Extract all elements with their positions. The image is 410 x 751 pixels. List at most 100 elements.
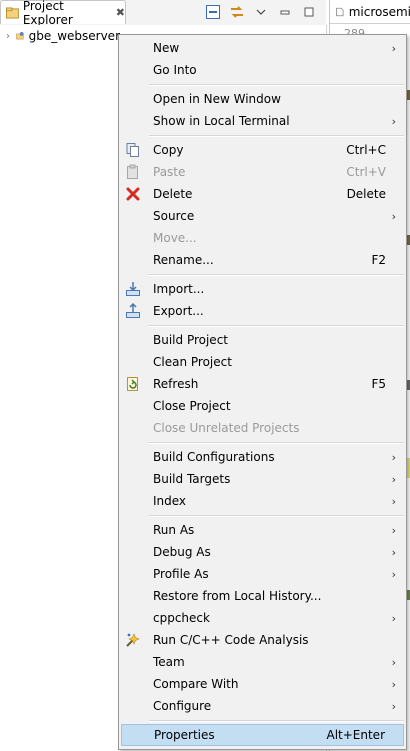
menu-item-label: Index xyxy=(153,494,187,508)
submenu-arrow-icon: › xyxy=(391,472,396,486)
project-explorer-header: Project Explorer ✖ xyxy=(0,0,326,27)
copy-icon xyxy=(126,143,139,157)
menu-item-label: Close Unrelated Projects xyxy=(153,421,300,435)
menu-item-close-unrelated[interactable]: Close Unrelated Projects xyxy=(121,417,404,439)
menu-item-label: Rename... xyxy=(153,253,214,267)
menu-item-label: Build Targets xyxy=(153,472,231,486)
menu-separator xyxy=(149,720,404,722)
menu-item-label: Run As xyxy=(153,523,195,537)
code-analysis-icon xyxy=(126,633,140,647)
menu-item-label: Compare With xyxy=(153,677,239,691)
menu-item-import[interactable]: Import... xyxy=(121,278,404,300)
menu-item-label: Properties xyxy=(154,728,215,742)
submenu-arrow-icon: › xyxy=(391,209,396,223)
eclipse-window: Project Explorer ✖ › gbe_webserver micro… xyxy=(0,0,410,751)
close-icon[interactable]: ✖ xyxy=(116,6,125,19)
menu-item-new[interactable]: New › xyxy=(121,37,404,59)
submenu-arrow-icon: › xyxy=(391,611,396,625)
minimize-icon[interactable] xyxy=(277,4,293,20)
menu-item-label: Refresh xyxy=(153,377,199,391)
menu-item-label: cppcheck xyxy=(153,611,210,625)
menu-item-shortcut: Delete xyxy=(346,187,386,201)
menu-item-move[interactable]: Move... xyxy=(121,227,404,249)
link-with-editor-icon[interactable] xyxy=(229,4,245,20)
menu-item-configure[interactable]: Configure › xyxy=(121,695,404,717)
menu-item-label: Build Project xyxy=(153,333,228,347)
submenu-arrow-icon: › xyxy=(391,523,396,537)
menu-item-run-code-analysis[interactable]: Run C/C++ Code Analysis xyxy=(121,629,404,651)
menu-item-build-project[interactable]: Build Project xyxy=(121,329,404,351)
menu-separator xyxy=(149,515,404,517)
menu-separator xyxy=(149,442,404,444)
menu-item-index[interactable]: Index › xyxy=(121,490,404,512)
paste-icon xyxy=(127,164,138,179)
menu-item-label: Clean Project xyxy=(153,355,232,369)
menu-item-paste[interactable]: Paste Ctrl+V xyxy=(121,161,404,183)
collapse-all-icon[interactable] xyxy=(205,4,221,20)
menu-item-profile-as[interactable]: Profile As › xyxy=(121,563,404,585)
context-menu: New › Go Into Open in New Window Show in… xyxy=(118,34,407,750)
menu-item-cppcheck[interactable]: cppcheck › xyxy=(121,607,404,629)
view-menu-icon[interactable] xyxy=(253,4,269,20)
menu-item-delete[interactable]: Delete Delete xyxy=(121,183,404,205)
menu-item-label: Show in Local Terminal xyxy=(153,114,290,128)
view-toolbar xyxy=(205,3,317,21)
tab-editor-file[interactable]: microsemi xyxy=(330,0,410,24)
menu-item-source[interactable]: Source › xyxy=(121,205,404,227)
menu-item-debug-as[interactable]: Debug As › xyxy=(121,541,404,563)
menu-item-show-local-terminal[interactable]: Show in Local Terminal › xyxy=(121,110,404,132)
menu-item-label: Restore from Local History... xyxy=(153,589,322,603)
menu-item-label: Configure xyxy=(153,699,212,713)
menu-separator xyxy=(149,325,404,327)
menu-item-label: Copy xyxy=(153,143,184,157)
menu-item-label: Source xyxy=(153,209,195,223)
menu-item-go-into[interactable]: Go Into xyxy=(121,59,404,81)
menu-item-label: Open in New Window xyxy=(153,92,281,106)
submenu-arrow-icon: › xyxy=(391,41,396,55)
submenu-arrow-icon: › xyxy=(391,655,396,669)
menu-item-build-targets[interactable]: Build Targets › xyxy=(121,468,404,490)
menu-item-shortcut: Alt+Enter xyxy=(326,728,385,742)
submenu-arrow-icon: › xyxy=(391,545,396,559)
menu-item-export[interactable]: Export... xyxy=(121,300,404,322)
tree-row-project[interactable]: › gbe_webserver xyxy=(0,27,120,45)
menu-item-open-new-window[interactable]: Open in New Window xyxy=(121,88,404,110)
menu-item-label: Go Into xyxy=(153,63,197,77)
menu-item-team[interactable]: Team › xyxy=(121,651,404,673)
c-project-icon xyxy=(16,32,24,40)
menu-item-label: Debug As xyxy=(153,545,211,559)
menu-item-refresh[interactable]: Refresh F5 xyxy=(121,373,404,395)
submenu-arrow-icon: › xyxy=(391,450,396,464)
menu-item-label: Build Configurations xyxy=(153,450,275,464)
file-icon xyxy=(336,7,344,16)
menu-item-restore-history[interactable]: Restore from Local History... xyxy=(121,585,404,607)
tab-title: Project Explorer xyxy=(22,0,73,27)
submenu-arrow-icon: › xyxy=(391,677,396,691)
menu-item-label: Close Project xyxy=(153,399,231,413)
chevron-right-icon[interactable]: › xyxy=(6,31,12,42)
delete-icon xyxy=(126,187,140,201)
menu-item-close-project[interactable]: Close Project xyxy=(121,395,404,417)
menu-separator xyxy=(149,274,404,276)
menu-item-label: Profile As xyxy=(153,567,209,581)
menu-item-label: New xyxy=(153,41,180,55)
menu-item-label: Move... xyxy=(153,231,197,245)
menu-item-rename[interactable]: Rename... F2 xyxy=(121,249,404,271)
project-explorer-icon xyxy=(6,7,19,18)
menu-item-compare-with[interactable]: Compare With › xyxy=(121,673,404,695)
submenu-arrow-icon: › xyxy=(391,114,396,128)
menu-item-properties[interactable]: Properties Alt+Enter xyxy=(121,724,404,746)
menu-item-build-configurations[interactable]: Build Configurations › xyxy=(121,446,404,468)
menu-item-run-as[interactable]: Run As › xyxy=(121,519,404,541)
maximize-icon[interactable] xyxy=(301,4,317,20)
menu-item-shortcut: Ctrl+C xyxy=(346,143,386,157)
menu-item-label: Team xyxy=(153,655,185,669)
tab-project-explorer[interactable]: Project Explorer ✖ xyxy=(0,0,126,27)
menu-item-copy[interactable]: Copy Ctrl+C xyxy=(121,139,404,161)
submenu-arrow-icon: › xyxy=(391,699,396,713)
menu-item-label: Export... xyxy=(153,304,204,318)
menu-item-label: Run C/C++ Code Analysis xyxy=(153,633,309,647)
menu-separator xyxy=(149,135,404,137)
editor-tab-title: microsemi xyxy=(348,4,410,19)
menu-item-clean-project[interactable]: Clean Project xyxy=(121,351,404,373)
